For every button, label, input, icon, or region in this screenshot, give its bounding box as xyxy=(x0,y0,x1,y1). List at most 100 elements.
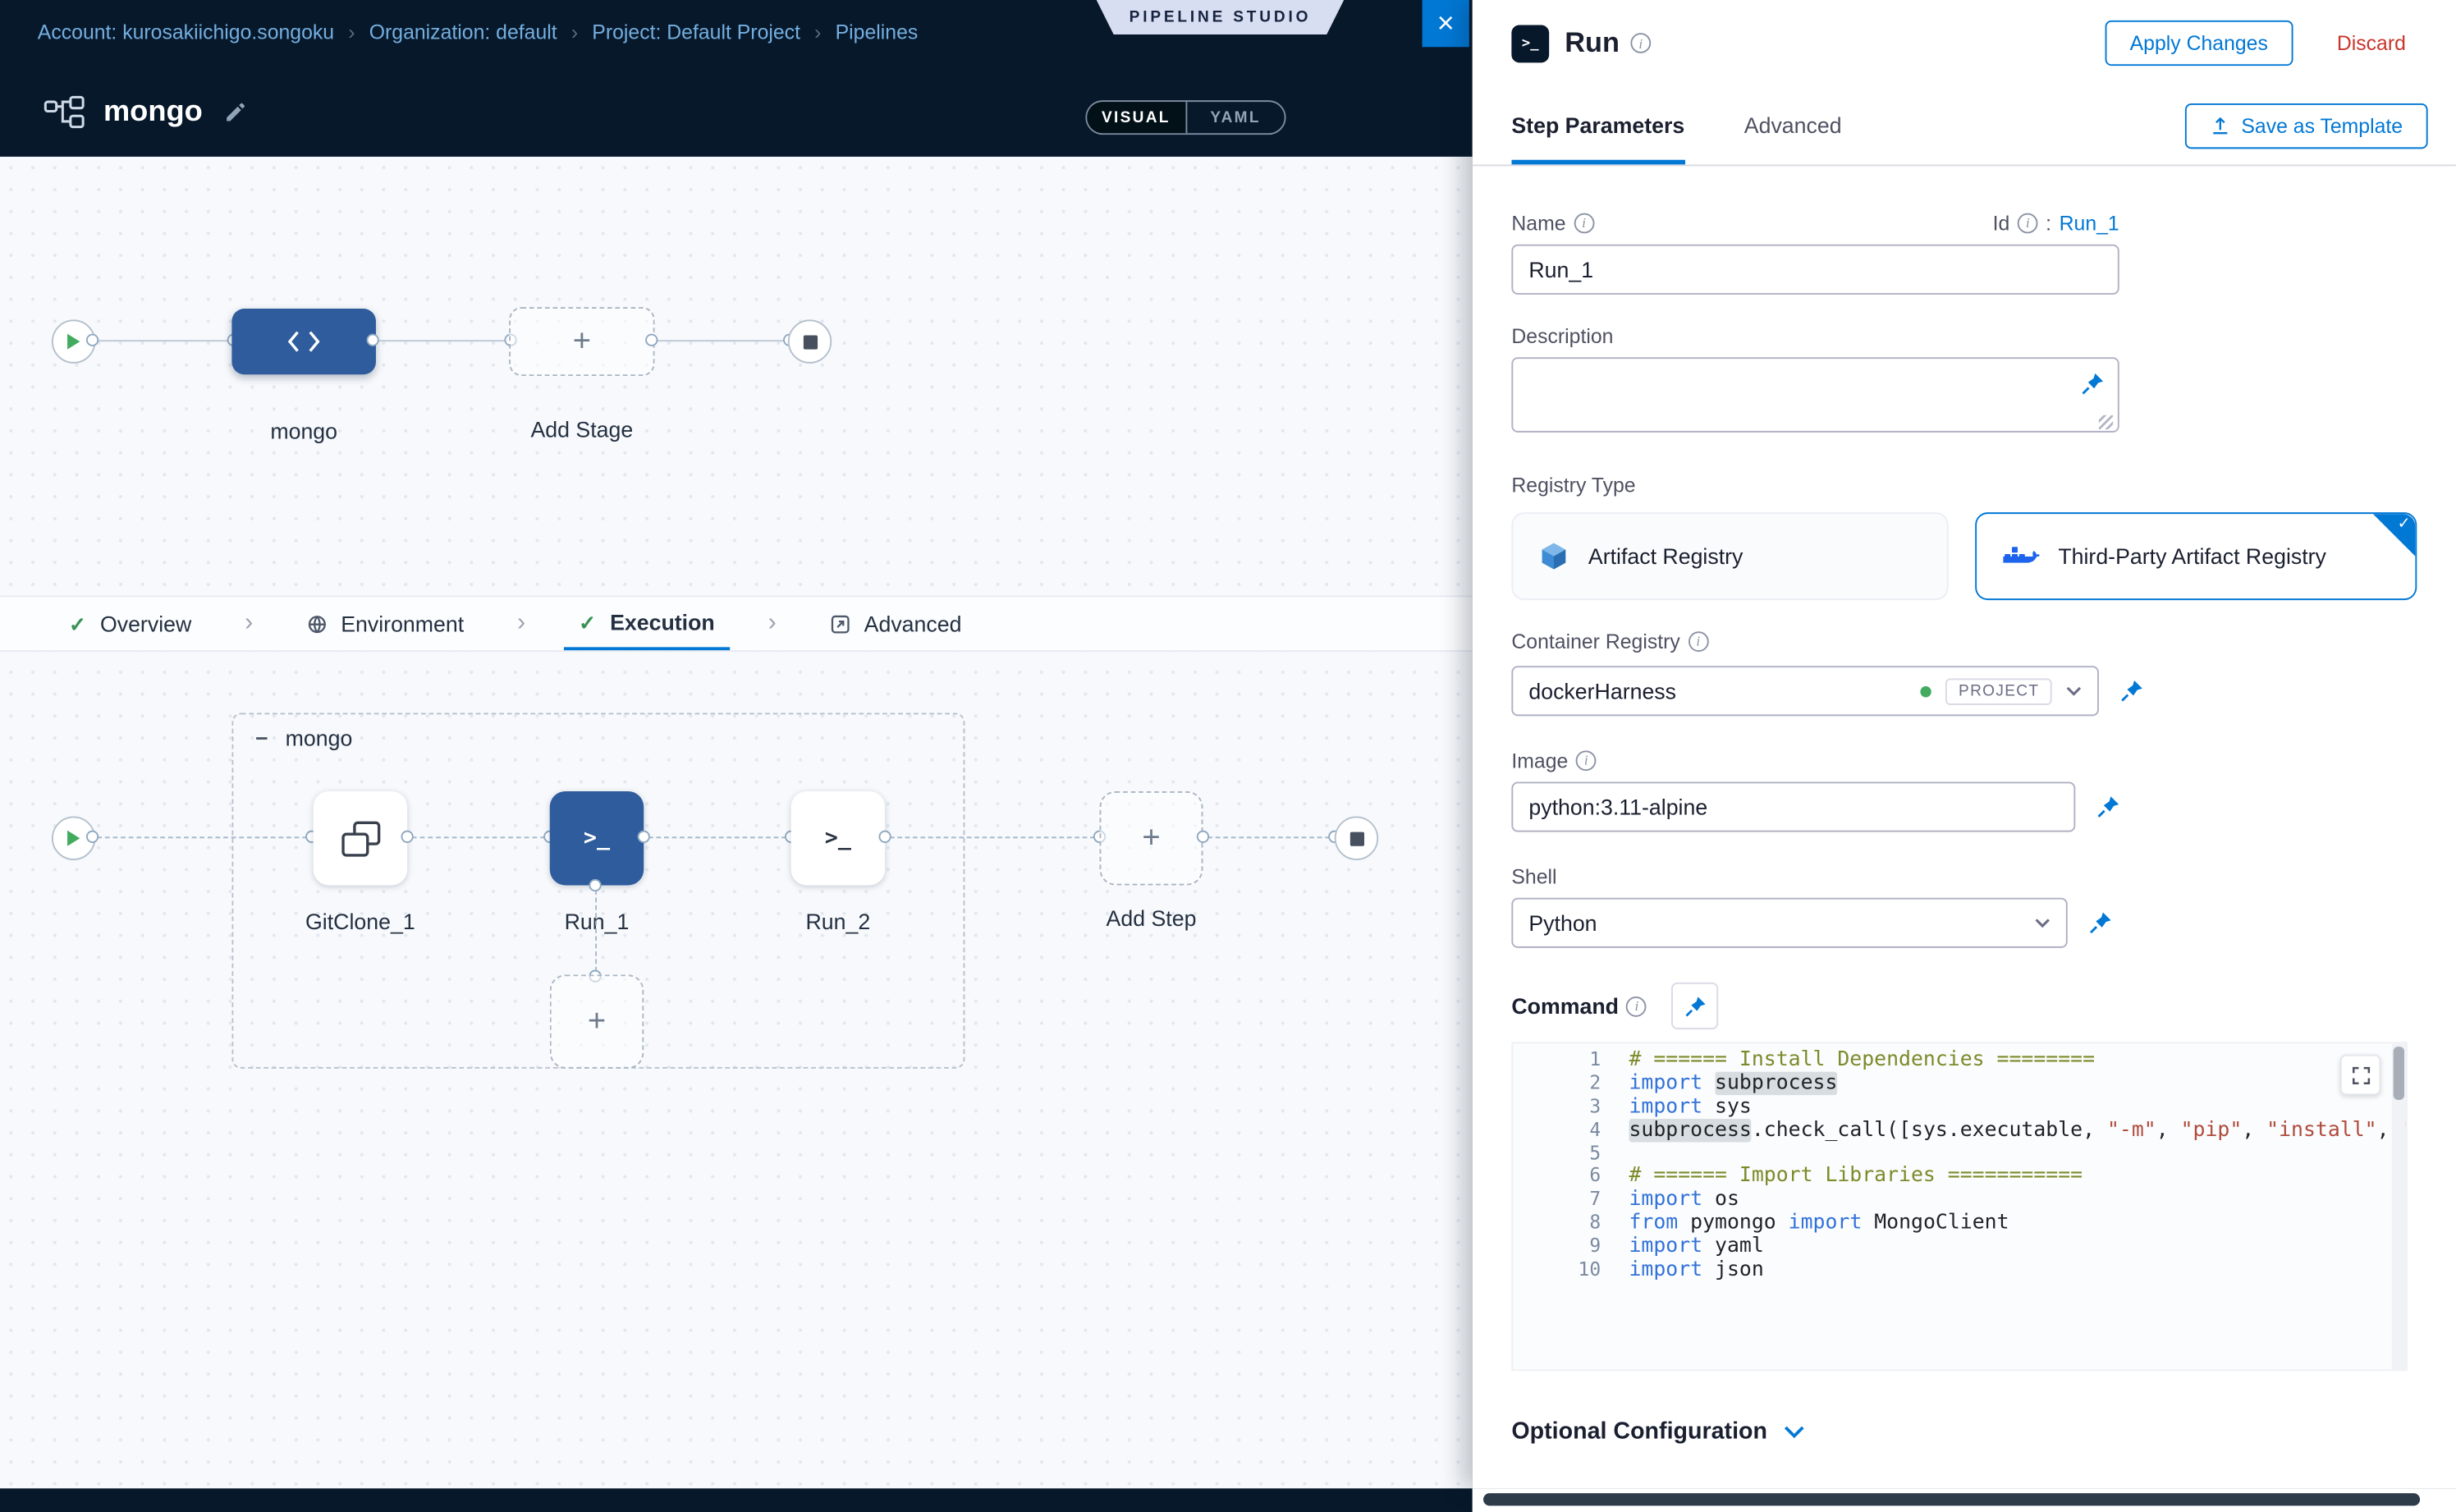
pin-icon[interactable] xyxy=(2080,371,2105,396)
chevron-right-icon: › xyxy=(571,21,578,44)
check-icon xyxy=(579,609,596,635)
terminal-icon xyxy=(825,824,851,852)
advanced-icon xyxy=(830,613,850,634)
breadcrumb-account[interactable]: Account: kurosakiichigo.songoku xyxy=(38,21,334,44)
pipeline-studio: Account: kurosakiichigo.songoku › Organi… xyxy=(0,0,2456,1512)
edge xyxy=(1207,836,1330,838)
tab-label: Environment xyxy=(341,611,464,636)
edit-icon[interactable] xyxy=(224,102,246,124)
edge xyxy=(412,836,545,838)
top-bar: Account: kurosakiichigo.songoku › Organi… xyxy=(0,0,1473,69)
tab-advanced-panel[interactable]: Advanced xyxy=(1744,86,1842,164)
scrollbar-thumb[interactable] xyxy=(2394,1047,2404,1100)
info-icon[interactable] xyxy=(2018,213,2038,233)
panel-horizontal-scrollbar[interactable] xyxy=(1473,1488,2456,1512)
resize-grip[interactable] xyxy=(2099,415,2113,429)
code-line: 10import json xyxy=(1513,1258,2406,1282)
stage-group-header: mongo xyxy=(255,726,352,751)
command-label: Command xyxy=(1511,993,1619,1019)
step-node-gitclone-1[interactable] xyxy=(314,791,407,886)
image-label: Image xyxy=(1511,748,2456,773)
pipeline-icon xyxy=(44,95,85,130)
pipeline-section-tabs: Overview Environment Execution Advanced xyxy=(0,595,1473,652)
yaml-toggle[interactable]: YAML xyxy=(1185,102,1285,133)
registry-option-third-party[interactable]: Third-Party Artifact Registry xyxy=(1975,512,2417,600)
template-icon xyxy=(2210,115,2230,135)
tab-step-parameters[interactable]: Step Parameters xyxy=(1511,86,1684,164)
name-input[interactable] xyxy=(1511,245,2119,295)
add-stage-label: Add Stage xyxy=(509,417,654,442)
pin-icon[interactable] xyxy=(2096,795,2121,820)
apply-changes-button[interactable]: Apply Changes xyxy=(2105,21,2293,66)
editor-scrollbar[interactable] xyxy=(2392,1043,2406,1369)
tab-advanced[interactable]: Advanced xyxy=(814,597,978,650)
artifact-registry-icon xyxy=(1538,541,1569,572)
stage-node-mongo[interactable] xyxy=(231,309,376,374)
info-icon[interactable] xyxy=(1688,630,1708,651)
optional-configuration-toggle[interactable]: Optional Configuration xyxy=(1511,1418,2456,1444)
check-icon xyxy=(69,610,86,636)
add-step-button[interactable] xyxy=(1100,791,1203,886)
edge xyxy=(890,836,1095,838)
info-icon[interactable] xyxy=(1630,33,1651,53)
tab-execution[interactable]: Execution xyxy=(563,597,731,650)
image-input[interactable] xyxy=(1511,781,2075,832)
panel-tabs: Step Parameters Advanced Save as Templat… xyxy=(1473,86,2456,166)
discard-button[interactable]: Discard xyxy=(2327,30,2415,56)
pin-icon[interactable] xyxy=(2119,679,2145,704)
code-line: 7import os xyxy=(1513,1188,2406,1212)
pin-icon[interactable] xyxy=(1672,983,1719,1029)
info-icon[interactable] xyxy=(1627,996,1647,1016)
add-stage-button[interactable] xyxy=(509,307,654,376)
edge xyxy=(648,836,786,838)
add-parallel-step-button[interactable] xyxy=(550,974,644,1069)
breadcrumb-project[interactable]: Project: Default Project xyxy=(592,21,800,44)
scrollbar-thumb[interactable] xyxy=(1483,1493,2420,1505)
panel-content: Name Id : Run_1 Description Registry Typ… xyxy=(1473,166,2456,1445)
terminal-icon xyxy=(1511,25,1549,62)
container-registry-value: dockerHarness xyxy=(1528,679,1921,704)
edge xyxy=(595,890,597,971)
edge xyxy=(657,340,785,341)
breadcrumb: Account: kurosakiichigo.songoku › Organi… xyxy=(38,21,919,44)
registry-option-artifact[interactable]: Artifact Registry xyxy=(1511,512,1948,600)
chevron-down-icon xyxy=(2035,919,2050,928)
save-as-template-label: Save as Template xyxy=(2241,113,2403,137)
selected-check-icon xyxy=(2398,515,2411,533)
tab-label: Execution xyxy=(610,610,715,635)
chevron-right-icon xyxy=(517,597,525,650)
shell-select[interactable]: Python xyxy=(1511,898,2067,948)
close-icon[interactable] xyxy=(1423,0,1469,47)
tab-environment[interactable]: Environment xyxy=(291,597,479,650)
command-editor[interactable]: 1# ====== Install Dependencies ========2… xyxy=(1511,1042,2407,1371)
optional-configuration-label: Optional Configuration xyxy=(1511,1418,1767,1444)
chevron-right-icon xyxy=(768,597,777,650)
registry-type-label: Registry Type xyxy=(1511,472,2456,497)
plus-icon xyxy=(573,325,591,358)
tab-overview[interactable]: Overview xyxy=(53,597,208,650)
registry-type-options: Artifact Registry Third-Party Artifact R… xyxy=(1511,512,2456,600)
step-node-run-1[interactable] xyxy=(550,791,644,886)
expand-icon[interactable] xyxy=(2340,1055,2381,1096)
terminal-icon xyxy=(584,824,610,852)
execution-end-node xyxy=(1335,816,1378,859)
pin-icon[interactable] xyxy=(2088,910,2114,936)
save-as-template-button[interactable]: Save as Template xyxy=(2185,103,2428,148)
name-label: Name xyxy=(1511,210,1594,236)
visual-toggle[interactable]: VISUAL xyxy=(1087,102,1184,133)
breadcrumb-pipelines[interactable]: Pipelines xyxy=(836,21,919,44)
step-id-value[interactable]: Run_1 xyxy=(2060,211,2119,235)
breadcrumb-organization[interactable]: Organization: default xyxy=(369,21,557,44)
info-icon[interactable] xyxy=(1574,213,1594,233)
stop-icon xyxy=(1349,832,1363,845)
environment-icon xyxy=(306,613,327,634)
collapse-icon[interactable] xyxy=(255,726,268,751)
info-icon[interactable] xyxy=(1576,749,1597,770)
chevron-right-icon: › xyxy=(814,21,821,44)
container-registry-label: Container Registry xyxy=(1511,628,2456,653)
step-node-run-2[interactable] xyxy=(791,791,885,886)
description-input[interactable] xyxy=(1511,357,2119,433)
plus-icon xyxy=(588,1006,606,1038)
container-registry-select[interactable]: dockerHarness PROJECT xyxy=(1511,666,2099,716)
description-label: Description xyxy=(1511,323,2456,348)
